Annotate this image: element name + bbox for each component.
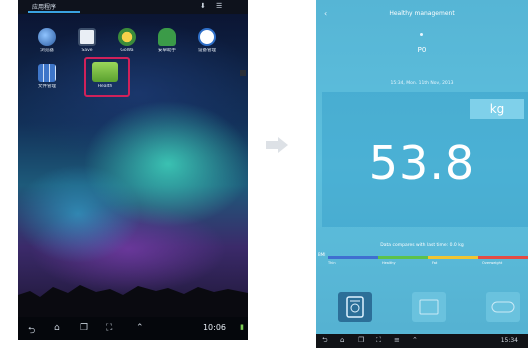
bmi-segment-label: Overweight [482, 261, 503, 265]
launcher-top-bar: 应用程序 ⬇ ☰ [18, 0, 248, 14]
bmi-segment-overweight [478, 256, 528, 259]
bmi-label: BMI [318, 252, 326, 257]
measure-date: 15:34, Mon. 11th Nov, 2013 [390, 81, 454, 86]
weight-value: 53.8 [368, 136, 476, 190]
back-icon[interactable]: ⮌ [28, 323, 35, 339]
home-icon[interactable]: ⌂ [54, 323, 60, 333]
function-icon-row [316, 282, 528, 322]
chart-icon [419, 299, 439, 315]
screenshot-icon[interactable]: ⛶ [106, 323, 112, 333]
app-browser[interactable]: 浏览器 [30, 28, 64, 53]
app-assistant[interactable]: 安卓助手 [150, 28, 184, 53]
status-clock: 15:34 [500, 337, 518, 344]
hand-icon [198, 28, 216, 46]
history-button[interactable] [412, 292, 446, 322]
app-label: GoWa [120, 48, 134, 53]
weigh-button[interactable] [338, 292, 372, 322]
settings-button[interactable] [486, 292, 520, 322]
recent-apps-icon[interactable]: ❐ [80, 323, 88, 333]
bmi-segment-label: Thin [328, 261, 336, 265]
health-app-screen: ‹ Healthy management P0 15:34, Mon. 11th… [316, 0, 528, 348]
apps-tab[interactable]: 应用程序 [32, 2, 56, 11]
user-name: P0 [417, 46, 427, 54]
chevron-up-icon[interactable]: ⌃ [412, 336, 418, 344]
bmi-segment-healthy [378, 256, 428, 259]
scale-icon [346, 296, 364, 318]
app-label: Save [81, 48, 93, 53]
bmi-segment-thin [328, 256, 378, 259]
screenshot-icon[interactable]: ⛶ [376, 336, 381, 345]
unit-button[interactable]: kg [470, 99, 524, 119]
app-gowa[interactable]: GoWa [110, 28, 144, 53]
app-file-manager[interactable]: 文件管理 [30, 64, 64, 89]
bmi-scale [328, 256, 528, 259]
hill-silhouette [18, 285, 248, 317]
home-icon[interactable]: ⌂ [340, 336, 344, 344]
android-icon [158, 28, 176, 46]
browser-icon [38, 28, 56, 46]
bmi-segment-fat [428, 256, 478, 259]
shop-icon[interactable]: ⬇ [200, 2, 206, 10]
system-nav-bar: ⮌ ⌂ ❐ ⛶ ⌃ 10:06 ▮ [18, 317, 248, 340]
apps-tab-indicator [28, 11, 80, 13]
launcher-screen: 应用程序 ⬇ ☰ 浏览器 Save GoWa 安卓助手 设备管理 文件管理 He… [18, 0, 248, 340]
bmi-segment-label: Healthy [382, 261, 396, 265]
status-clock: 10:06 [202, 323, 226, 332]
floppy-icon [78, 28, 96, 46]
app-label: 设备管理 [198, 48, 216, 53]
grid-icon [38, 64, 56, 82]
app-header: ‹ Healthy management [316, 0, 528, 30]
battery-icon: ▮ [240, 323, 244, 331]
app-title: Healthy management [389, 10, 455, 17]
app-label: 安卓助手 [158, 48, 176, 53]
device-icon [491, 301, 515, 313]
arrow-right-icon [266, 137, 288, 153]
highlight-frame [84, 57, 130, 97]
chevron-up-icon[interactable]: ⌃ [136, 323, 144, 333]
app-label: 浏览器 [40, 48, 54, 53]
app-save[interactable]: Save [70, 28, 104, 53]
system-nav-bar: ⮌ ⌂ ❐ ⛶ ≡ ⌃ 15:34 [316, 334, 528, 348]
app-device-manager[interactable]: 设备管理 [190, 28, 224, 53]
recent-apps-icon[interactable]: ❐ [358, 336, 364, 344]
menu-icon[interactable]: ≡ [394, 336, 400, 344]
back-icon[interactable]: ⮌ [322, 336, 328, 347]
settings-icon [118, 28, 136, 46]
side-handle[interactable] [240, 70, 246, 76]
comparison-text: Data compares with last time: 0.0 kg [380, 243, 464, 248]
menu-icon[interactable]: ☰ [216, 2, 222, 10]
bmi-segment-label: Fat [432, 261, 438, 265]
app-label: 文件管理 [38, 84, 56, 89]
user-avatar[interactable] [420, 33, 423, 36]
